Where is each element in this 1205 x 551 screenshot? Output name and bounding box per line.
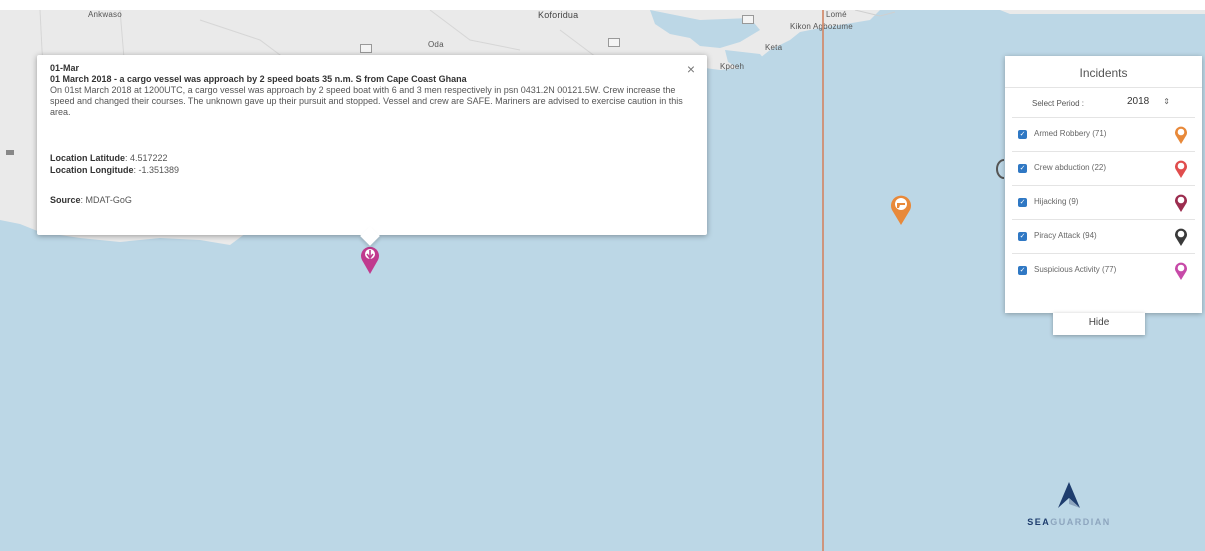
map-label-lome: Lomé xyxy=(826,10,847,19)
suspicious-activity-checkbox[interactable]: ✓ xyxy=(1018,266,1027,275)
armed-robbery-marker-icon xyxy=(1175,126,1187,144)
incident-date: 01-Mar xyxy=(50,63,80,73)
legend-label: Crew abduction (22) xyxy=(1034,163,1107,172)
seaguardian-logo: SEAGUARDIAN xyxy=(1004,480,1134,530)
piracy-attack-checkbox[interactable]: ✓ xyxy=(1018,232,1027,241)
longitude-value: : -1.351389 xyxy=(133,165,180,175)
map-edge-marker xyxy=(6,150,14,155)
source-label: Source xyxy=(50,195,81,205)
legend-label: Armed Robbery (71) xyxy=(1034,129,1107,138)
incident-popup: × 01-Mar 01 March 2018 - a cargo vessel … xyxy=(37,55,707,246)
legend-item-armed-robbery[interactable]: ✓ Armed Robbery (71) xyxy=(1012,117,1195,151)
latitude-row: Location Latitude: 4.517222 xyxy=(50,153,168,163)
year-select[interactable]: 2018 ⇕ xyxy=(1127,96,1170,107)
map-label-oda: Oda xyxy=(428,40,444,49)
longitude-row: Location Longitude: -1.351389 xyxy=(50,165,179,175)
partial-map-marker[interactable] xyxy=(996,158,1004,180)
select-arrows-icon: ⇕ xyxy=(1163,97,1170,106)
road-marker xyxy=(360,44,372,53)
source-value: : MDAT-GoG xyxy=(80,195,132,205)
map-label-kpoeh: Kpoeh xyxy=(720,62,745,71)
crew-abduction-marker-icon xyxy=(1175,160,1187,178)
legend-label: Piracy Attack (94) xyxy=(1034,231,1097,240)
road-marker xyxy=(742,15,754,24)
suspicious-activity-map-marker[interactable] xyxy=(359,243,381,275)
divider xyxy=(1005,87,1202,88)
maritime-boundary-line xyxy=(822,10,824,551)
incidents-panel: Incidents Select Period : 2018 ⇕ ✓ Armed … xyxy=(1005,56,1202,313)
legend-item-hijacking[interactable]: ✓ Hijacking (9) xyxy=(1012,185,1195,219)
armed-robbery-map-marker[interactable] xyxy=(889,192,913,226)
road-marker xyxy=(608,38,620,47)
legend-label: Suspicious Activity (77) xyxy=(1034,265,1117,274)
hijacking-checkbox[interactable]: ✓ xyxy=(1018,198,1027,207)
legend-label: Hijacking (9) xyxy=(1034,197,1079,206)
panel-title: Incidents xyxy=(1079,66,1128,80)
logo-text: SEAGUARDIAN xyxy=(1004,517,1134,527)
map-label-koforidua: Koforidua xyxy=(538,10,579,20)
logo-text-sea: SEA xyxy=(1027,517,1051,527)
latitude-label: Location Latitude xyxy=(50,153,125,163)
map-label-keta: Keta xyxy=(765,43,783,52)
suspicious-activity-marker-icon xyxy=(1175,262,1187,280)
legend-item-suspicious-activity[interactable]: ✓ Suspicious Activity (77) xyxy=(1012,253,1195,287)
map-label-ankwaso: Ankwaso xyxy=(88,10,122,19)
piracy-attack-marker-icon xyxy=(1175,228,1187,246)
close-icon[interactable]: × xyxy=(687,61,695,77)
incident-title: 01 March 2018 - a cargo vessel was appro… xyxy=(50,74,467,84)
legend-item-piracy-attack[interactable]: ✓ Piracy Attack (94) xyxy=(1012,219,1195,253)
longitude-label: Location Longitude xyxy=(50,165,134,175)
hide-button[interactable]: Hide xyxy=(1053,313,1145,335)
source-row: Source: MDAT-GoG xyxy=(50,195,132,205)
logo-text-guardian: GUARDIAN xyxy=(1050,517,1111,527)
legend-item-crew-abduction[interactable]: ✓ Crew abduction (22) xyxy=(1012,151,1195,185)
year-value: 2018 xyxy=(1127,96,1150,107)
hijacking-marker-icon xyxy=(1175,194,1187,212)
armed-robbery-checkbox[interactable]: ✓ xyxy=(1018,130,1027,139)
latitude-value: : 4.517222 xyxy=(125,153,168,163)
select-period-label: Select Period : xyxy=(1032,99,1085,108)
crew-abduction-checkbox[interactable]: ✓ xyxy=(1018,164,1027,173)
logo-mark-icon xyxy=(1058,482,1080,508)
incident-description: On 01st March 2018 at 1200UTC, a cargo v… xyxy=(50,85,683,117)
